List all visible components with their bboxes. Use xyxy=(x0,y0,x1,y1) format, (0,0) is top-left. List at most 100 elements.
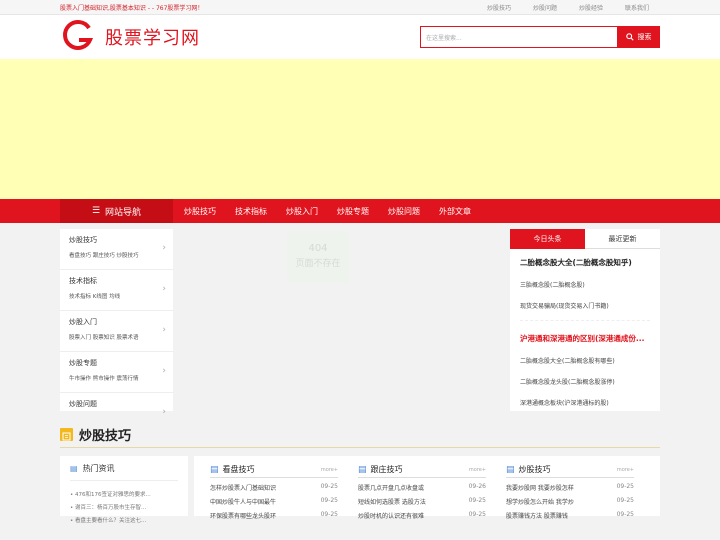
list-icon: ▤ xyxy=(506,464,515,475)
chevron-right-icon: › xyxy=(162,325,166,335)
news-link[interactable]: 深港通概念板块(沪深港通标的股) xyxy=(520,398,650,407)
not-found-placeholder: 404 页面不存在 xyxy=(287,231,349,283)
top-link-contact[interactable]: 联系我们 xyxy=(614,3,660,12)
column-title: 炒股技巧 xyxy=(518,465,551,474)
hot-news-list: • 476和176签证对雅思的要求... • 谢百三：杨百万股市生存智... •… xyxy=(70,480,178,524)
sidebar-item-questions[interactable]: 炒股问题 › xyxy=(60,393,173,434)
sidebar-item-sub: 看盘技巧 跟庄技巧 炒股技巧 xyxy=(69,253,139,259)
article-title: 想学炒股怎么开始 我学炒 xyxy=(506,499,574,506)
chevron-right-icon: › xyxy=(162,407,166,417)
error-text: 页面不存在 xyxy=(295,259,341,269)
article-date: 09-25 xyxy=(616,497,634,504)
news-link[interactable]: 二胎概念股龙头股(二胎概念股涨停) xyxy=(520,377,650,386)
more-link[interactable]: more+ xyxy=(321,467,338,473)
column-trading-skills: ▤ 炒股技巧 more+ 我要炒股网 我要炒股怎样 09-25 想学炒股怎么开始 … xyxy=(506,462,634,520)
more-link[interactable]: more+ xyxy=(469,467,486,473)
top-links: 炒股技巧 炒股问题 炒股经验 联系我们 xyxy=(476,3,660,12)
hot-news-item-text: 476和176签证对雅思的要求... xyxy=(75,492,151,498)
article-title: 怎样炒股票入门基础知识 xyxy=(210,485,277,492)
article-title: 我要炒股网 我要炒股怎样 xyxy=(506,485,574,492)
nav-site-navigation[interactable]: ☰ 网站导航 xyxy=(60,199,173,223)
news-link[interactable]: 三胎概念股(二胎概念股) xyxy=(520,280,650,289)
top-bar: 股票入门基础知识,股票基本知识 - - 767股票学习网！ 炒股技巧 炒股问题 … xyxy=(0,0,720,15)
main-row: 炒股技巧 看盘技巧 跟庄技巧 炒股技巧 › 技术指标 技术指标 K线图 均线 ›… xyxy=(60,229,660,417)
sidebar-item-topics[interactable]: 炒股专题 牛市操作 熊市操作 震荡行情 › xyxy=(60,352,173,393)
site-name: 股票学习网 xyxy=(105,28,200,49)
more-link[interactable]: more+ xyxy=(617,467,634,473)
list-icon: ▤ xyxy=(210,464,219,475)
news-tabs: 今日头条 最近更新 xyxy=(510,229,660,249)
article-title: 环保股票有哪些龙头股环 xyxy=(210,513,277,520)
nav-item-indicators[interactable]: 技术指标 xyxy=(227,199,275,223)
list-item[interactable]: 怎样炒股票入门基础知识 09-25 xyxy=(210,483,338,492)
news-panel: 今日头条 最近更新 二胎概念股大全(二胎概念股知乎) 三胎概念股(二胎概念股) … xyxy=(510,229,660,411)
document-icon: ▤ xyxy=(70,464,78,473)
tab-today-headlines[interactable]: 今日头条 xyxy=(510,229,585,249)
article-date: 09-25 xyxy=(616,483,634,490)
list-item[interactable]: 股票几点开盘几点收盘或 09-26 xyxy=(358,483,486,492)
sidebar-item-title: 炒股专题 xyxy=(69,359,97,367)
article-title: 股票赚钱方法 股票赚钱 xyxy=(506,513,568,520)
top-link-questions[interactable]: 炒股问题 xyxy=(522,3,568,12)
sidebar-item-beginner[interactable]: 炒股入门 股票入门 股票知识 股票术语 › xyxy=(60,311,173,352)
list-item[interactable]: 股票赚钱方法 股票赚钱 09-25 xyxy=(506,511,634,520)
top-link-skills[interactable]: 炒股技巧 xyxy=(476,3,522,12)
list-item[interactable]: • 看盘主要看什么？关注这七... xyxy=(70,516,178,524)
nav-item-beginner[interactable]: 炒股入门 xyxy=(278,199,326,223)
news-link[interactable]: 二胎概念股大全(二胎概念股有哪些) xyxy=(520,356,650,365)
article-date: 09-25 xyxy=(320,483,338,490)
menu-icon: ☰ xyxy=(91,206,101,216)
chevron-right-icon: › xyxy=(162,243,166,253)
nav-item-questions[interactable]: 炒股问题 xyxy=(380,199,428,223)
news-headline[interactable]: 二胎概念股大全(二胎概念股知乎) xyxy=(520,257,650,268)
article-date: 09-25 xyxy=(468,497,486,504)
book-icon xyxy=(60,428,73,441)
list-item[interactable]: 中国炒股牛人与中国最牛 09-25 xyxy=(210,497,338,506)
list-item[interactable]: • 谢百三：杨百万股市生存智... xyxy=(70,503,178,511)
news-link[interactable]: 现货交易骗局(现货交易入门书籍) xyxy=(520,301,650,310)
hot-news-panel: ▤ 热门资讯 • 476和176签证对雅思的要求... • 谢百三：杨百万股市生… xyxy=(60,456,188,524)
divider xyxy=(520,320,650,321)
sidebar-item-title: 炒股技巧 xyxy=(69,236,97,244)
list-item[interactable]: • 476和176签证对雅思的要求... xyxy=(70,490,178,498)
nav-home-label: 网站导航 xyxy=(105,207,142,218)
nav-item-topics[interactable]: 炒股专题 xyxy=(329,199,377,223)
list-item[interactable]: 我要炒股网 我要炒股怎样 09-25 xyxy=(506,483,634,492)
top-link-experience[interactable]: 炒股经验 xyxy=(568,3,614,12)
list-item[interactable]: 短线如何选股票 选股方法 09-25 xyxy=(358,497,486,506)
sidebar-item-indicators[interactable]: 技术指标 技术指标 K线图 均线 › xyxy=(60,270,173,311)
site-logo[interactable]: 股票学习网 xyxy=(60,19,200,55)
list-item[interactable]: 炒股时机的认识还有很难 09-25 xyxy=(358,511,486,520)
hot-news-item-text: 谢百三：杨百万股市生存智... xyxy=(75,505,147,511)
sidebar-item-sub: 牛市操作 熊市操作 震荡行情 xyxy=(69,376,139,382)
search-input[interactable]: 在这里搜索... xyxy=(420,26,617,48)
list-item[interactable]: 环保股票有哪些龙头股环 09-25 xyxy=(210,511,338,520)
main-nav: ☰ 网站导航 炒股技巧 技术指标 炒股入门 炒股专题 炒股问题 外部文章 xyxy=(0,199,720,223)
chevron-right-icon: › xyxy=(162,366,166,376)
column-header: ▤ 炒股技巧 more+ xyxy=(506,462,634,478)
article-title: 股票几点开盘几点收盘或 xyxy=(358,485,425,492)
nav-item-external[interactable]: 外部文章 xyxy=(431,199,479,223)
article-date: 09-25 xyxy=(616,511,634,518)
sidebar-item-skills[interactable]: 炒股技巧 看盘技巧 跟庄技巧 炒股技巧 › xyxy=(60,229,173,270)
search-button[interactable]: 搜索 xyxy=(617,26,660,48)
column-header: ▤ 看盘技巧 more+ xyxy=(210,462,338,478)
article-columns: ▤ 看盘技巧 more+ 怎样炒股票入门基础知识 09-25 中国炒股牛人与中国最… xyxy=(194,456,660,520)
hot-news-item-text: 看盘主要看什么？关注这七... xyxy=(75,518,147,524)
logo-g-icon xyxy=(60,19,96,55)
list-icon: ▤ xyxy=(358,464,367,475)
news-list: 二胎概念股大全(二胎概念股知乎) 三胎概念股(二胎概念股) 现货交易骗局(现货交… xyxy=(510,257,660,407)
sidebar-item-title: 炒股入门 xyxy=(69,318,97,326)
column-title: 看盘技巧 xyxy=(222,465,255,474)
sidebar-item-title: 技术指标 xyxy=(69,277,97,285)
sidebar-item-sub: 股票入门 股票知识 股票术语 xyxy=(69,335,139,341)
search-button-label: 搜索 xyxy=(637,33,652,41)
article-date: 09-25 xyxy=(320,511,338,518)
nav-item-skills[interactable]: 炒股技巧 xyxy=(176,199,224,223)
list-item[interactable]: 想学炒股怎么开始 我学炒 09-25 xyxy=(506,497,634,506)
error-code: 404 xyxy=(308,243,328,254)
tab-recent-updates[interactable]: 最近更新 xyxy=(585,229,660,249)
article-row: ▤ 热门资讯 • 476和176签证对雅思的要求... • 谢百三：杨百万股市生… xyxy=(60,456,660,524)
search-icon xyxy=(625,33,634,41)
news-headline[interactable]: 沪港通和深港通的区别(深港通成份... xyxy=(520,333,650,344)
